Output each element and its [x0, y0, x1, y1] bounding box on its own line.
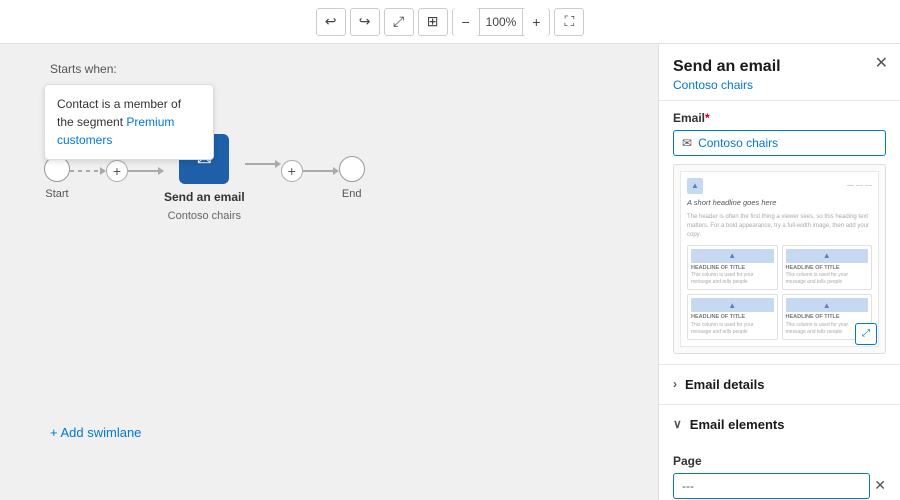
end-circle [339, 156, 365, 182]
preview-card-icon-3: ▲ [728, 300, 736, 311]
preview-cards-row-1: ▲ HEADLINE OF TITLE This column is used … [687, 245, 872, 291]
page-input[interactable] [673, 473, 870, 499]
start-label: Start [45, 188, 68, 200]
email-details-accordion: › Email details [659, 365, 900, 405]
page-field-label: Page [673, 454, 886, 468]
start-node[interactable]: Start [44, 156, 70, 200]
expand-button[interactable]: ⤢ [384, 8, 414, 36]
preview-expand-button[interactable]: ⤢ [855, 323, 877, 345]
preview-card-body-3: This column is used for your message and… [691, 322, 774, 336]
email-preview: ▲ — — — A short headline goes here The h… [673, 164, 886, 354]
panel-title: Send an email [673, 58, 886, 76]
zoom-out-button[interactable]: − [453, 8, 479, 36]
right-panel: Send an email Contoso chairs ✕ Email* ✉ … [658, 44, 900, 500]
preview-card-title-2: HEADLINE OF TITLE [786, 265, 869, 273]
starts-when-label: Starts when: [50, 62, 117, 76]
connector-line-3 [245, 163, 275, 165]
preview-card-title-4: HEADLINE OF TITLE [786, 314, 869, 322]
panel-header: Send an email Contoso chairs ✕ [659, 44, 900, 101]
preview-card-img-3: ▲ [691, 298, 774, 312]
connector-line-1 [70, 170, 100, 172]
email-details-label: Email details [685, 377, 764, 392]
email-elements-chevron: ∨ [673, 417, 682, 431]
main-area: Starts when: Contact is a member of the … [0, 44, 900, 500]
preview-card-body-1: This column is used for your message and… [691, 272, 774, 286]
preview-logo: ▲ [687, 178, 703, 194]
toolbar: ↩ ↪ ⤢ ⊞ − 100% + ⛶ [0, 0, 900, 44]
trigger-tooltip: Contact is a member of the segment Premi… [44, 84, 214, 160]
end-node[interactable]: End [339, 156, 365, 200]
preview-cards-row-2: ▲ HEADLINE OF TITLE This column is used … [687, 294, 872, 340]
email-details-header[interactable]: › Email details [659, 365, 900, 404]
fullscreen-button[interactable]: ⛶ [554, 8, 584, 36]
preview-card-title-1: HEADLINE OF TITLE [691, 265, 774, 273]
page-clear-button[interactable]: ✕ [874, 477, 886, 494]
preview-card-img-1: ▲ [691, 249, 774, 263]
email-elements-accordion: ∨ Email elements Page ✕ + Add item [659, 405, 900, 500]
preview-card-img-2: ▲ [786, 249, 869, 263]
connector-line-4 [303, 170, 333, 172]
email-icon: ✉ [682, 136, 692, 150]
email-elements-content: Page ✕ + Add item [659, 444, 900, 500]
email-node-sublabel: Contoso chairs [168, 210, 241, 222]
email-node-label: Send an email [164, 190, 245, 204]
preview-card-body-2: This column is used for your message and… [786, 272, 869, 286]
preview-card-icon-4: ▲ [823, 300, 831, 311]
add-step-button-1[interactable]: + [106, 160, 128, 182]
email-input-box[interactable]: ✉ Contoso chairs [673, 130, 886, 156]
preview-body: The header is often the first thing a vi… [687, 213, 872, 240]
end-label: End [342, 188, 362, 200]
preview-inner: ▲ — — — A short headline goes here The h… [680, 171, 879, 347]
zoom-level: 100% [479, 9, 524, 35]
panel-subtitle[interactable]: Contoso chairs [673, 78, 886, 92]
preview-card-icon-2: ▲ [823, 250, 831, 261]
close-button[interactable]: ✕ [875, 56, 888, 72]
preview-headline: A short headline goes here [687, 198, 872, 209]
email-input-value: Contoso chairs [698, 136, 778, 150]
zoom-control: − 100% + [452, 8, 551, 36]
email-details-chevron: › [673, 377, 677, 391]
preview-header-row: ▲ — — — [687, 178, 872, 194]
preview-card-2: ▲ HEADLINE OF TITLE This column is used … [782, 245, 873, 291]
add-swimlane-button[interactable]: + Add swimlane [50, 425, 141, 440]
email-elements-label: Email elements [690, 417, 785, 432]
preview-logo-icon: ▲ [691, 180, 699, 191]
email-field-section: Email* ✉ Contoso chairs ▲ — — — A short … [659, 101, 900, 365]
preview-menu: — — — [847, 181, 872, 191]
zoom-in-button[interactable]: + [523, 8, 549, 36]
preview-card-img-4: ▲ [786, 298, 869, 312]
preview-card-3: ▲ HEADLINE OF TITLE This column is used … [687, 294, 778, 340]
redo-button[interactable]: ↪ [350, 8, 380, 36]
preview-card-title-3: HEADLINE OF TITLE [691, 314, 774, 322]
page-input-row: ✕ [673, 473, 886, 499]
arrow-3 [275, 160, 281, 168]
canvas[interactable]: Starts when: Contact is a member of the … [0, 44, 658, 500]
email-field-label: Email* [673, 111, 886, 125]
email-elements-header[interactable]: ∨ Email elements [659, 405, 900, 444]
preview-card-icon-1: ▲ [728, 250, 736, 261]
add-step-button-2[interactable]: + [281, 160, 303, 182]
undo-button[interactable]: ↩ [316, 8, 346, 36]
preview-card-1: ▲ HEADLINE OF TITLE This column is used … [687, 245, 778, 291]
connector-line-2 [128, 170, 158, 172]
map-button[interactable]: ⊞ [418, 8, 448, 36]
